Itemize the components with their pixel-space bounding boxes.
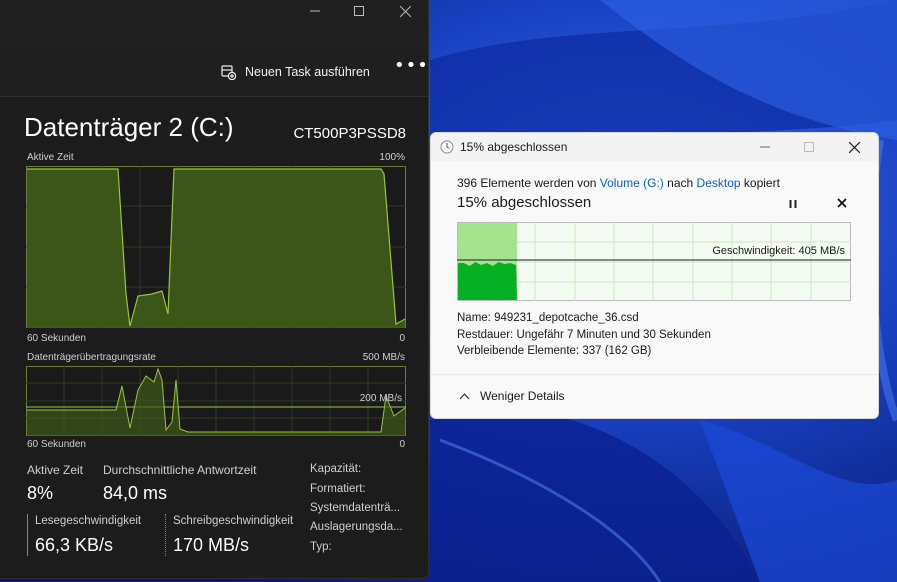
read-speed-label: Lesegeschwindigkeit [35, 515, 142, 527]
speed-label: Geschwindigkeit: 405 MB/s [712, 245, 845, 257]
summary-mid: nach [667, 176, 694, 190]
disk-title: Datenträger 2 (C:) [24, 112, 234, 142]
name-value: 949231_depotcache_36.csd [494, 312, 639, 324]
write-speed-value: 170 MB/s [173, 535, 250, 555]
name-label: Name: [457, 312, 491, 324]
task-manager-window: Neuen Task ausführen ••• Datenträger 2 (… [0, 0, 429, 579]
destination-link[interactable]: Desktop [697, 176, 741, 190]
transfer-graph-min: 0 [399, 439, 405, 450]
remaining-value: Ungefähr 7 Minuten und 30 Sekunden [516, 329, 711, 341]
transfer-rate-graph [26, 366, 406, 436]
fewer-details-button[interactable]: Weniger Details [459, 389, 564, 403]
close-icon [848, 141, 860, 153]
speed-area [458, 262, 517, 300]
items-label: Verbleibende Elemente: [457, 345, 580, 357]
name-row: Name: 949231_depotcache_36.csd [457, 312, 639, 324]
active-time-value: 8% [27, 483, 54, 503]
copy-progress-dialog: 15% abgeschlossen 396 Elemente werden vo… [430, 132, 879, 419]
summary-count: 396 Elemente werden von [457, 176, 597, 190]
property-capacity: Kapazität: [310, 463, 362, 475]
clock-icon [440, 140, 454, 154]
transfer-graph-max: 500 MB/s [362, 352, 405, 363]
transfer-graph-marker: 200 MB/s [359, 393, 402, 404]
active-time-graph-timespan: 60 Sekunden [27, 333, 86, 344]
remaining-label: Restdauer: [457, 329, 514, 341]
active-time-graph [26, 166, 406, 328]
copy-summary: 396 Elemente werden von Volume (G:) nach… [457, 176, 780, 190]
active-time-graph-max: 100% [379, 152, 405, 163]
cancel-copy-button[interactable] [834, 195, 850, 211]
transfer-graph-label: Datenträgerübertragungsrate [27, 352, 156, 363]
run-new-task-button[interactable]: Neuen Task ausführen [221, 62, 370, 82]
pause-button[interactable] [785, 196, 801, 212]
write-speed-label: Schreibgeschwindigkeit [173, 515, 294, 527]
summary-end: kopiert [743, 176, 780, 190]
pause-icon [789, 200, 797, 208]
minimize-icon [310, 10, 320, 12]
property-formatted: Formatiert: [310, 483, 366, 495]
transfer-graph-timespan: 60 Sekunden [27, 439, 86, 450]
active-time-graph-label: Aktive Zeit [27, 152, 74, 163]
run-new-task-label: Neuen Task ausführen [245, 65, 370, 79]
write-speed-indicator [165, 514, 166, 556]
more-options-button[interactable]: ••• [394, 57, 428, 82]
avg-response-value: 84,0 ms [103, 483, 168, 503]
close-icon [837, 198, 847, 208]
read-speed-indicator [27, 514, 28, 556]
dialog-minimize-button[interactable] [750, 137, 780, 157]
active-time-graph-min: 0 [399, 333, 405, 344]
source-link[interactable]: Volume (G:) [600, 176, 664, 190]
minimize-button[interactable] [292, 0, 338, 22]
property-pagefile: Auslagerungsda... [310, 521, 403, 533]
disk-model: CT500P3PSSD8 [293, 125, 406, 142]
toolbar: Neuen Task ausführen [0, 46, 428, 97]
avg-response-label: Durchschnittliche Antwortzeit [103, 463, 257, 477]
items-value: 337 (162 GB) [582, 345, 652, 357]
chevron-up-icon [459, 393, 470, 400]
dialog-title: 15% abgeschlossen [460, 140, 568, 154]
percent-heading: 15% abgeschlossen [457, 194, 592, 211]
remaining-items-row: Verbleibende Elemente: 337 (162 GB) [457, 345, 651, 357]
remaining-time-row: Restdauer: Ungefähr 7 Minuten und 30 Sek… [457, 329, 711, 341]
fewer-details-label: Weniger Details [480, 389, 565, 403]
run-task-icon [221, 64, 236, 80]
divider [431, 374, 878, 375]
transfer-speed-chart: Geschwindigkeit: 405 MB/s [457, 222, 851, 301]
active-time-label: Aktive Zeit [27, 463, 84, 477]
maximize-icon [354, 6, 364, 16]
property-system-disk: Systemdatenträ... [310, 502, 401, 514]
close-button[interactable] [382, 0, 428, 22]
property-type: Typ: [310, 541, 332, 553]
close-icon [399, 5, 411, 17]
title-bar [0, 0, 428, 46]
minimize-icon [760, 146, 770, 148]
dialog-close-button[interactable] [839, 137, 869, 157]
dialog-title-bar: 15% abgeschlossen [431, 133, 878, 161]
dialog-maximize-button[interactable] [794, 137, 824, 157]
read-speed-value: 66,3 KB/s [35, 535, 114, 555]
maximize-button[interactable] [336, 0, 382, 22]
maximize-icon [804, 142, 814, 152]
